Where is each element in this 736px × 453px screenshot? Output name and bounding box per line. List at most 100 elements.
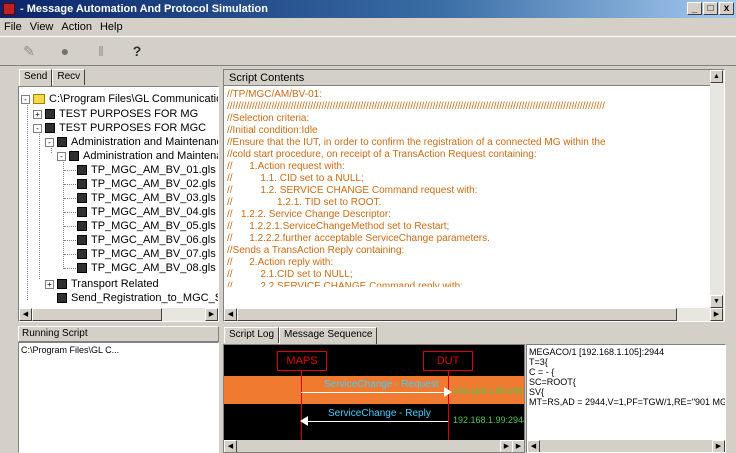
menu-view[interactable]: View [30, 19, 54, 35]
tree-am2[interactable]: -Administration and Maintenance [57, 149, 218, 163]
scroll-thumb[interactable] [32, 308, 162, 321]
collapse-icon[interactable]: - [33, 123, 42, 133]
document-icon [77, 221, 87, 231]
tree-file[interactable]: TP_MGC_AM_BV_03.gls [77, 191, 216, 205]
script-line: //Initial condition:Idle [227, 125, 318, 136]
collapse-icon[interactable]: - [57, 151, 66, 161]
tab-script-log[interactable]: Script Log [224, 327, 280, 343]
script-line: //Sends a TransAction Reply containing: [227, 245, 405, 256]
maximize-button[interactable]: □ [703, 2, 718, 15]
script-line: //Selection criteria: [227, 113, 310, 124]
tree-am1[interactable]: - Administration and Maintenance [45, 135, 218, 149]
app-icon [3, 3, 15, 15]
minimize-button[interactable]: _ [687, 2, 702, 15]
tree-file[interactable]: TP_MGC_AM_BV_07.gls [77, 247, 216, 261]
menu-action[interactable]: Action [61, 19, 92, 35]
detail-line: T=3{ [529, 357, 548, 367]
tree-root[interactable]: -C:\Program Files\GL Communications Inc\ [21, 92, 218, 106]
document-icon [45, 123, 55, 133]
menu-help[interactable]: Help [100, 19, 123, 35]
folder-icon [33, 94, 45, 104]
script-line: //Ensure that the IUT, in order to confi… [227, 137, 606, 148]
document-icon [77, 207, 87, 217]
sequence-hscrollbar[interactable]: ◀ ▶ ▶ [224, 440, 524, 452]
left-tabs: Send Recv [19, 69, 86, 86]
expand-icon[interactable]: + [45, 279, 54, 289]
scroll-right-icon[interactable]: ▶ [712, 440, 725, 452]
scroll-thumb[interactable] [237, 308, 677, 321]
detail-line: SV{ [529, 387, 545, 397]
file-tree: -C:\Program Files\GL Communications Inc\… [18, 86, 219, 322]
expand-icon[interactable]: + [33, 109, 42, 119]
window-controls: _ □ x [687, 2, 734, 16]
tree-file[interactable]: TP_MGC_AM_BV_01.gls [77, 163, 216, 177]
scroll-left-icon[interactable]: ◀ [527, 440, 540, 452]
detail-hscrollbar[interactable]: ◀ ▶ [527, 440, 725, 452]
tree-transport[interactable]: + Transport Related [45, 277, 159, 291]
tree-send-registration[interactable]: Send_Registration_to_MGC_ServiceC [45, 291, 218, 305]
detail-line: SC=ROOT{ [529, 377, 576, 387]
tree-hscrollbar[interactable]: ◀ ▶ [19, 308, 218, 321]
script-line: // 1.2.2.2.further acceptable ServiceCha… [227, 233, 490, 244]
scroll-left-icon[interactable]: ◀ [19, 308, 32, 321]
toolbar: ✎ ● ‖ ? [0, 36, 736, 66]
message-1-arrow [301, 392, 447, 393]
scroll-right-icon[interactable]: ▶ [710, 308, 723, 321]
dut-lifeline [448, 371, 449, 451]
script-text[interactable]: //TP/MGC/AM/BV-01: /////////////////////… [227, 89, 711, 312]
running-script-header: Running Script [18, 326, 219, 342]
maps-node: MAPS [277, 351, 327, 371]
running-script-list: C:\Program Files\GL C... [18, 342, 219, 453]
tree-file[interactable]: TP_MGC_AM_BV_04.gls [77, 205, 216, 219]
menu-bar: File View Action Help [0, 19, 736, 35]
script-vscrollbar[interactable]: ▲ ▼ [710, 70, 724, 308]
detail-line: MEGACO/1 [192.168.1.105]:2944 [529, 347, 665, 357]
stop-icon: ● [60, 43, 70, 59]
scroll-up-icon[interactable]: ▲ [710, 70, 723, 83]
document-icon [57, 279, 67, 289]
script-hscrollbar[interactable]: ◀ ▶ [224, 308, 724, 321]
run-button[interactable]: ✎ [18, 40, 40, 62]
tab-send[interactable]: Send [19, 69, 53, 86]
document-icon [69, 151, 79, 161]
tab-message-sequence[interactable]: Message Sequence [279, 327, 378, 344]
help-button[interactable]: ? [126, 40, 148, 62]
message-2-label[interactable]: ServiceChange - Reply [328, 408, 431, 419]
script-line: ////////////////////////////////////////… [227, 101, 605, 112]
script-line: //cold start procedure, on receipt of a … [227, 149, 537, 160]
script-line: // 2.1.CID set to NULL; [227, 269, 353, 280]
detail-line: C = - { [529, 367, 555, 377]
bottom-tabs: Script Log Message Sequence [224, 327, 378, 344]
script-line: // 2.Action reply with: [227, 257, 334, 268]
tab-recv[interactable]: Recv [52, 69, 86, 85]
script-line: // 1.Action request with: [227, 161, 345, 172]
collapse-icon[interactable]: - [21, 94, 30, 104]
scroll-right-icon[interactable]: ▶ [205, 308, 218, 321]
tree-file[interactable]: TP_MGC_AM_BV_05.gls [77, 219, 216, 233]
menu-file[interactable]: File [4, 19, 22, 35]
document-icon [77, 165, 87, 175]
message-sequence-panel: MAPS DUT ServiceChange - Request 192.168… [223, 344, 525, 453]
document-icon [77, 249, 87, 259]
document-icon [77, 263, 87, 273]
scroll-right-icon[interactable]: ▶ [512, 440, 524, 452]
message-1-label[interactable]: ServiceChange - Request [324, 379, 439, 390]
run-icon: ✎ [23, 42, 35, 59]
tree-mg[interactable]: + TEST PURPOSES FOR MG [33, 107, 198, 121]
pause-button[interactable]: ‖ [90, 40, 112, 62]
arrow-left-icon [300, 416, 308, 426]
scroll-left-icon[interactable]: ◀ [224, 308, 237, 321]
tree-file[interactable]: TP_MGC_AM_BV_02.gls [77, 177, 216, 191]
script-line: //TP/MGC/AM/BV-01: [227, 89, 323, 100]
scroll-down-icon[interactable]: ▼ [710, 295, 723, 308]
stop-button[interactable]: ● [54, 40, 76, 62]
tree-file[interactable]: TP_MGC_AM_BV_06.gls [77, 233, 216, 247]
tree-mgc[interactable]: - TEST PURPOSES FOR MGC [33, 121, 206, 135]
running-script-item[interactable]: C:\Program Files\GL C... [19, 343, 218, 357]
close-button[interactable]: x [719, 2, 734, 15]
scroll-left-icon[interactable]: ◀ [224, 440, 237, 452]
document-icon [77, 193, 87, 203]
collapse-icon[interactable]: - [45, 137, 54, 147]
title-bar: - Message Automation And Protocol Simula… [0, 0, 736, 18]
tree-file[interactable]: TP_MGC_AM_BV_08.gls [77, 261, 216, 275]
